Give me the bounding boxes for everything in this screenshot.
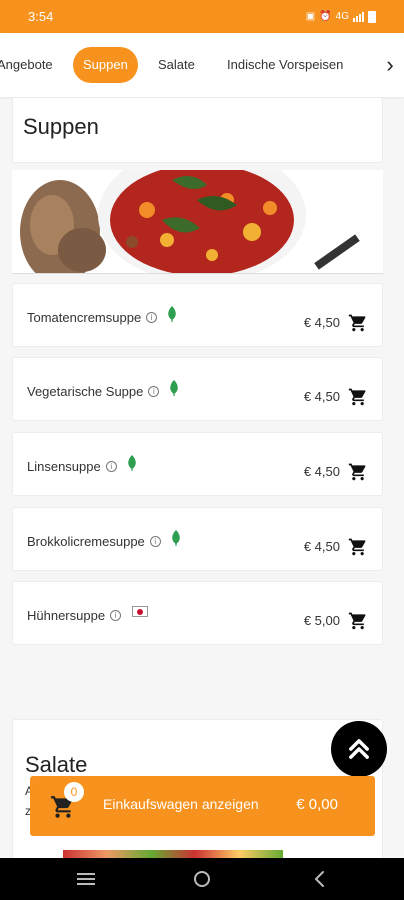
scroll-to-top-button[interactable] [331, 721, 387, 777]
double-chevron-up-icon [349, 739, 369, 759]
cart-label: Einkaufswagen anzeigen [103, 796, 259, 812]
leaf-icon [170, 379, 179, 396]
battery-icon [368, 10, 376, 23]
flag-icon [132, 606, 149, 617]
nfc-icon: ▣ [305, 11, 316, 22]
info-icon[interactable]: i [148, 386, 160, 397]
tab-suppen[interactable]: Suppen [73, 47, 138, 83]
item-price: € 5,00 [303, 613, 340, 628]
item-price: € 4,50 [303, 539, 340, 554]
info-icon[interactable]: i [105, 461, 117, 472]
soup-banner-image [12, 170, 383, 274]
home-icon[interactable] [193, 870, 211, 888]
info-icon[interactable]: i [110, 610, 122, 621]
status-bar: 3:54 ▣ ⏰ 4G [0, 0, 404, 33]
item-name-row: Hühnersuppe i [27, 606, 149, 623]
leaf-icon [172, 529, 180, 546]
section-title: Salate [25, 752, 88, 777]
leaf-icon [127, 454, 136, 471]
section-header-suppen: Suppen [12, 97, 383, 163]
item-name: Hühnersuppe [27, 608, 106, 623]
alarm-icon: ⏰ [319, 11, 332, 22]
list-item[interactable]: Vegetarische Suppe i € 4,50 [12, 357, 383, 421]
back-icon[interactable] [312, 870, 326, 888]
network-type: 4G [335, 11, 349, 22]
tab-salate[interactable]: Salate [158, 47, 195, 83]
item-name-row: Linsensuppe i [27, 454, 138, 474]
item-price: € 4,50 [303, 389, 340, 404]
item-name-row: Tomatencremsuppe i [27, 305, 178, 325]
add-to-cart-icon[interactable] [348, 537, 368, 557]
signal-icon [353, 11, 364, 22]
view-cart-button[interactable]: 0 Einkaufswagen anzeigen € 0,00 [30, 776, 375, 836]
list-item[interactable]: Tomatencremsuppe i € 4,50 [12, 283, 383, 347]
cart-count-badge: 0 [64, 782, 84, 802]
item-price: € 4,50 [303, 315, 340, 330]
status-time: 3:54 [28, 9, 54, 24]
recent-apps-icon[interactable] [76, 871, 96, 887]
section-title: Suppen [23, 114, 99, 139]
info-icon[interactable]: i [146, 312, 158, 323]
item-name: Brokkolicremesuppe [27, 534, 145, 549]
list-item[interactable]: Brokkolicremesuppe i € 4,50 [12, 507, 383, 571]
item-price: € 4,50 [303, 464, 340, 479]
list-item[interactable]: Hühnersuppe i € 5,00 [12, 581, 383, 645]
item-name: Linsensuppe [27, 459, 101, 474]
info-icon[interactable]: i [149, 536, 161, 547]
status-icons: ▣ ⏰ 4G [305, 10, 376, 23]
item-name: Vegetarische Suppe [27, 384, 144, 399]
item-name: Tomatencremsuppe [27, 310, 142, 325]
tab-angebote[interactable]: Angebote [0, 47, 53, 83]
category-nav: Angebote Suppen Salate Indische Vorspeis… [0, 33, 404, 97]
cart-total: € 0,00 [296, 796, 338, 813]
list-item[interactable]: Linsensuppe i € 4,50 [12, 432, 383, 496]
add-to-cart-icon[interactable] [348, 462, 368, 482]
chevron-right-icon[interactable]: › [376, 33, 404, 97]
add-to-cart-icon[interactable] [348, 387, 368, 407]
add-to-cart-icon[interactable] [348, 611, 368, 631]
item-name-row: Vegetarische Suppe i [27, 379, 180, 399]
tab-indische-vorspeisen[interactable]: Indische Vorspeisen [227, 47, 343, 83]
item-name-row: Brokkolicremesuppe i [27, 529, 182, 549]
system-nav-bar [0, 858, 404, 900]
add-to-cart-icon[interactable] [348, 313, 368, 333]
leaf-icon [168, 305, 176, 322]
